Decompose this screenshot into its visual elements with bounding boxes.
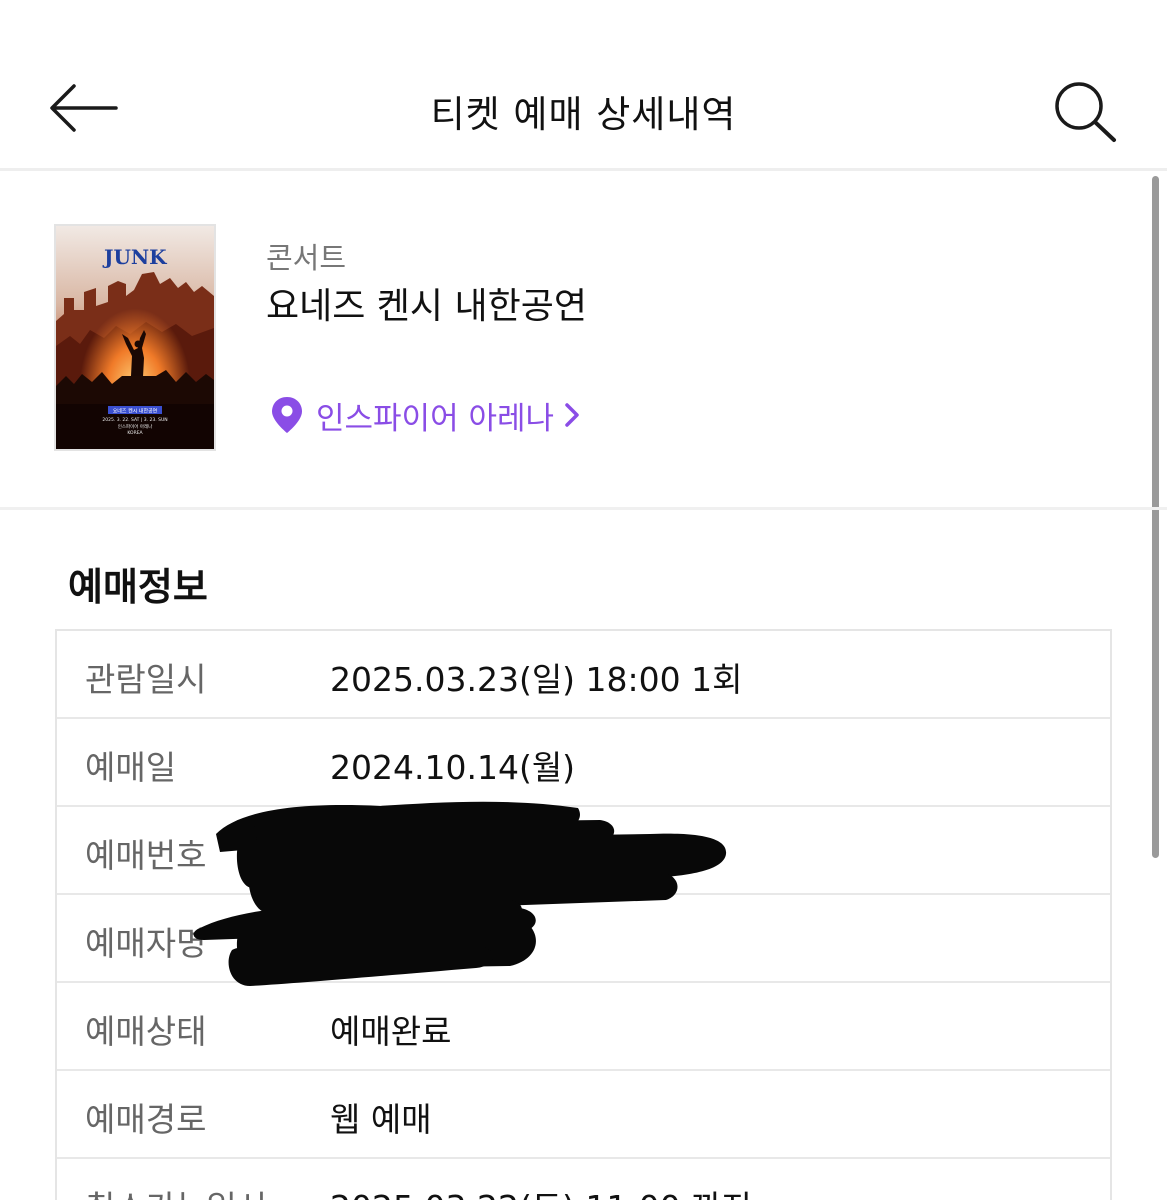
top-app-bar: 티켓 예매 상세내역 bbox=[0, 0, 1167, 171]
event-summary: JUNK 요네즈 켄시 내한공연 2025. 3. 22. SAT | 3. 2… bbox=[0, 171, 1167, 510]
event-poster[interactable]: JUNK 요네즈 켄시 내한공연 2025. 3. 22. SAT | 3. 2… bbox=[54, 224, 216, 451]
info-value: 2025.03.23(일) 18:00 1회 bbox=[330, 660, 743, 699]
poster-country: KOREA bbox=[127, 430, 143, 436]
search-icon bbox=[1055, 82, 1116, 142]
info-label: 예매상태 bbox=[85, 1012, 207, 1051]
venue-link[interactable]: 인스파이어 아레나 bbox=[270, 393, 580, 437]
event-title: 요네즈 켄시 내한공연 bbox=[266, 286, 587, 327]
info-value: 2025.03.22(토) 11:00 까지 bbox=[330, 1181, 752, 1200]
info-label: 관람일시 bbox=[85, 660, 207, 699]
info-row-booking-status: 예매상태 예매완료 bbox=[57, 983, 1110, 1071]
info-row-booker-name: 예매자명 bbox=[57, 895, 1110, 983]
poster-logo: JUNK bbox=[102, 245, 167, 269]
info-row-booking-number: 예매번호 bbox=[57, 807, 1110, 895]
info-value: 2024.10.14(월) bbox=[330, 748, 576, 787]
page-title: 티켓 예매 상세내역 bbox=[430, 93, 737, 136]
info-label: 예매자명 bbox=[85, 924, 207, 963]
info-label: 예매경로 bbox=[85, 1100, 207, 1139]
booking-detail-screen: 티켓 예매 상세내역 JUNK 요네즈 켄시 내한공연 2025. 3. 22.… bbox=[0, 0, 1167, 1200]
chevron-right-icon bbox=[565, 403, 579, 427]
info-value: 예매완료 bbox=[330, 1012, 452, 1051]
booking-info-table: 관람일시 2025.03.23(일) 18:00 1회 예매일 2024.10.… bbox=[55, 629, 1112, 1200]
poster-banner: 요네즈 켄시 내한공연 bbox=[113, 408, 158, 415]
info-label: 예매일 bbox=[85, 748, 177, 787]
location-pin-icon bbox=[272, 397, 302, 433]
info-row-cancel-deadline: 취소가능일시 2025.03.22(토) 11:00 까지 bbox=[57, 1159, 1110, 1200]
search-button[interactable] bbox=[1050, 78, 1120, 144]
section-title-booking-info: 예매정보 bbox=[68, 565, 208, 609]
info-label: 예매번호 bbox=[85, 836, 207, 875]
info-row-booking-date: 예매일 2024.10.14(월) bbox=[57, 719, 1110, 807]
info-row-booking-channel: 예매경로 웹 예매 bbox=[57, 1071, 1110, 1159]
info-value: 웹 예매 bbox=[330, 1100, 432, 1139]
info-row-view-datetime: 관람일시 2025.03.23(일) 18:00 1회 bbox=[57, 631, 1110, 719]
event-category: 콘서트 bbox=[266, 241, 347, 275]
info-label: 취소가능일시 bbox=[85, 1181, 267, 1200]
venue-name: 인스파이어 아레나 bbox=[316, 400, 555, 437]
poster-dates: 2025. 3. 22. SAT | 3. 23. SUN bbox=[102, 417, 167, 423]
poster-place: 인스파이어 아레나 bbox=[118, 423, 153, 430]
